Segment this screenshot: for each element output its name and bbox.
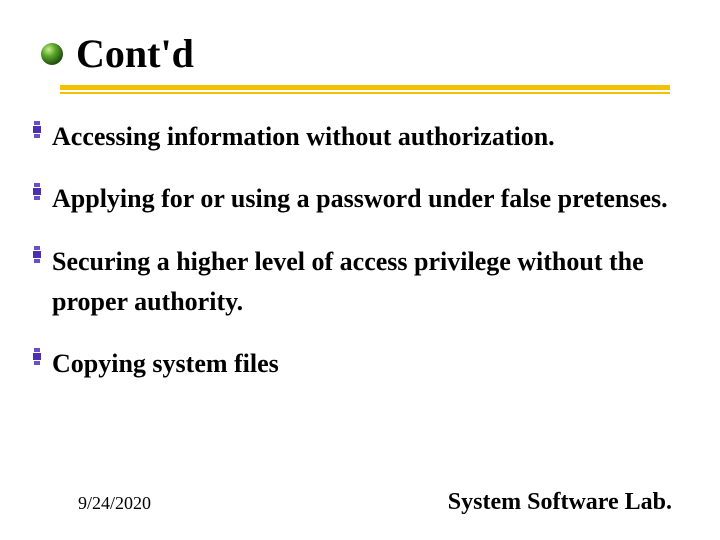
slide-title: Cont'd [76,30,194,77]
bullet-text: Accessing information without authorizat… [52,117,555,157]
bullet-text: Copying system files [52,344,279,384]
title-row: Cont'd [40,30,690,77]
bullet-icon [32,246,42,264]
bullet-icon [32,183,42,201]
footer-date: 9/24/2020 [78,493,151,514]
footer-org: System Software Lab. [448,489,672,516]
title-divider [60,85,670,95]
list-item: Applying for or using a password under f… [32,179,690,219]
bullet-icon [32,348,42,366]
footer: 9/24/2020 System Software Lab. [0,489,720,516]
list-item: Securing a higher level of access privil… [32,242,690,323]
list-item: Accessing information without authorizat… [32,117,690,157]
bullet-text: Securing a higher level of access privil… [52,242,690,323]
bullet-text: Applying for or using a password under f… [52,179,668,219]
list-item: Copying system files [32,344,690,384]
bullet-list: Accessing information without authorizat… [30,117,690,384]
bullet-icon [32,121,42,139]
sphere-icon [40,42,64,66]
slide: Cont'd Accessing information without aut… [0,0,720,540]
